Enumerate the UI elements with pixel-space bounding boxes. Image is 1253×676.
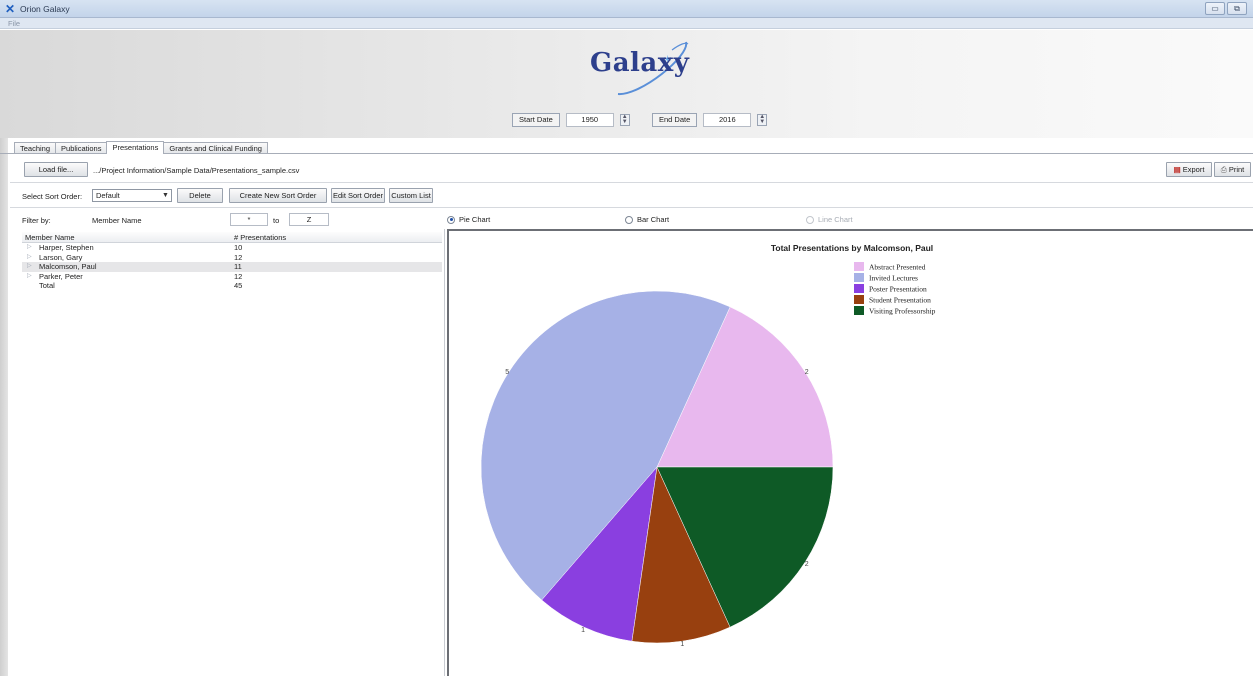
sort-order-value: Default: [96, 191, 120, 200]
printer-icon: ⎙: [1220, 165, 1227, 174]
total-value: 45: [234, 281, 243, 290]
legend-swatch: [854, 284, 864, 293]
member-name: Larson, Gary: [39, 252, 83, 262]
pie-slice-value-label: 5: [505, 369, 509, 376]
legend-label: Poster Presentation: [869, 285, 927, 294]
pie-slice-value-label: 1: [680, 641, 684, 648]
bar-chart-option[interactable]: Bar Chart: [625, 215, 669, 224]
legend-label: Invited Lectures: [869, 274, 918, 283]
filter-label: Filter by:: [22, 216, 51, 225]
header-banner: ✶ Galaxy Start Date 1950 ▲ ▼ End Date 201…: [0, 30, 1253, 138]
pie-chart-label: Pie Chart: [459, 215, 491, 224]
legend-swatch: [854, 306, 864, 315]
column-member-name[interactable]: Member Name: [25, 233, 75, 242]
galaxy-logo: ✶ Galaxy: [580, 36, 700, 96]
menubar: File: [0, 18, 1253, 29]
legend-swatch: [854, 295, 864, 304]
legend-swatch: [854, 273, 864, 282]
member-name: Malcomson, Paul: [39, 262, 97, 271]
file-path: .../Project Information/Sample Data/Pres…: [93, 166, 300, 175]
sort-order-label: Select Sort Order:: [22, 192, 83, 201]
window-title: Orion Galaxy: [20, 4, 70, 14]
presentation-count: 11: [234, 262, 242, 271]
member-name: Parker, Peter: [39, 271, 83, 281]
table-header: Member Name # Presentations: [22, 232, 442, 243]
print-button[interactable]: ⎙ Print: [1214, 162, 1251, 177]
menu-file[interactable]: File: [8, 19, 20, 28]
app-icon: ✕: [5, 2, 16, 16]
pie-slice-value-label: 1: [581, 627, 585, 634]
tab-divider: [0, 153, 1253, 154]
presentation-count: 12: [234, 271, 243, 281]
presentation-count: 12: [234, 252, 243, 262]
delete-button[interactable]: Delete: [177, 188, 223, 203]
table-row[interactable]: ▷ Parker, Peter 12: [22, 272, 442, 282]
tab-presentations[interactable]: Presentations: [106, 141, 165, 154]
total-label: Total: [39, 281, 55, 290]
pie-slice-value-label: 2: [805, 369, 809, 376]
member-name: Harper, Stephen: [39, 243, 94, 252]
pie-slice-value-label: 2: [805, 561, 809, 568]
line-chart-label: Line Chart: [818, 215, 853, 224]
restore-button[interactable]: ⧉: [1227, 2, 1247, 15]
start-date-input[interactable]: 1950: [565, 113, 614, 127]
expand-arrow-icon[interactable]: ▷: [27, 272, 32, 282]
panel-divider[interactable]: [444, 229, 445, 676]
chart-title: Total Presentations by Malcomson, Paul: [771, 243, 933, 253]
expand-arrow-icon[interactable]: ▷: [27, 262, 32, 272]
radio-icon: [625, 215, 633, 224]
export-button[interactable]: ▤ Export: [1166, 162, 1212, 177]
print-label: Print: [1228, 165, 1245, 174]
end-date-spinner[interactable]: ▲ ▼: [757, 114, 768, 126]
filter-to-label: to: [273, 216, 280, 225]
minimize-button[interactable]: ▭: [1205, 2, 1225, 15]
legend-label: Visiting Professorship: [869, 307, 936, 316]
legend-label: Abstract Presented: [869, 263, 926, 272]
radio-icon: [806, 215, 814, 224]
chart-panel: Total Presentations by Malcomson, Paul 2…: [447, 229, 1253, 676]
radio-selected-icon: [447, 215, 455, 224]
end-date-input[interactable]: 2016: [703, 113, 752, 127]
chevron-down-icon: ▼: [162, 192, 169, 199]
line-chart-option: Line Chart: [806, 215, 853, 224]
expand-arrow-icon[interactable]: ▷: [27, 253, 32, 263]
table-row[interactable]: ▷ Harper, Stephen 10: [22, 243, 442, 253]
pdf-icon: ▤: [1173, 165, 1181, 174]
start-date-spinner[interactable]: ▲ ▼: [619, 114, 630, 126]
legend-label: Student Presentation: [869, 296, 931, 305]
presentation-count: 10: [234, 243, 243, 252]
load-file-button[interactable]: Load file...: [24, 162, 88, 177]
start-date-label: Start Date: [512, 113, 560, 127]
pie-chart-option[interactable]: Pie Chart: [447, 215, 490, 224]
filter-field: Member Name: [92, 216, 142, 225]
end-date-label: End Date: [652, 113, 698, 127]
legend-swatch: [854, 262, 864, 271]
export-label: Export: [1182, 165, 1205, 174]
separator: [10, 207, 1253, 208]
table-row[interactable]: ▷ Larson, Gary 12: [22, 253, 442, 263]
end-date-group: End Date 2016 ▲ ▼: [652, 113, 768, 127]
pie-chart: Total Presentations by Malcomson, Paul 2…: [480, 243, 936, 648]
create-sort-order-button[interactable]: Create New Sort Order: [229, 188, 327, 203]
filter-from-input[interactable]: *: [230, 213, 268, 226]
sort-order-select[interactable]: Default ▼: [92, 189, 172, 202]
column-presentations[interactable]: # Presentations: [234, 233, 286, 242]
custom-list-button[interactable]: Custom List: [389, 188, 433, 203]
window-titlebar: ✕ Orion Galaxy ▭ ⧉: [0, 0, 1253, 18]
table-row[interactable]: ▷ Malcomson, Paul 11: [22, 262, 442, 272]
edit-sort-order-button[interactable]: Edit Sort Order: [331, 188, 385, 203]
separator: [10, 182, 1253, 183]
member-table: Member Name # Presentations ▷ Harper, St…: [22, 232, 442, 291]
table-total-row: Total 45: [22, 281, 442, 291]
filter-to-input[interactable]: Z: [289, 213, 329, 226]
expand-arrow-icon[interactable]: ▷: [27, 243, 32, 253]
bar-chart-label: Bar Chart: [637, 215, 670, 224]
window-controls: ▭ ⧉: [1205, 2, 1247, 15]
start-date-group: Start Date 1950 ▲ ▼: [512, 113, 630, 127]
logo-text: Galaxy: [590, 48, 690, 78]
